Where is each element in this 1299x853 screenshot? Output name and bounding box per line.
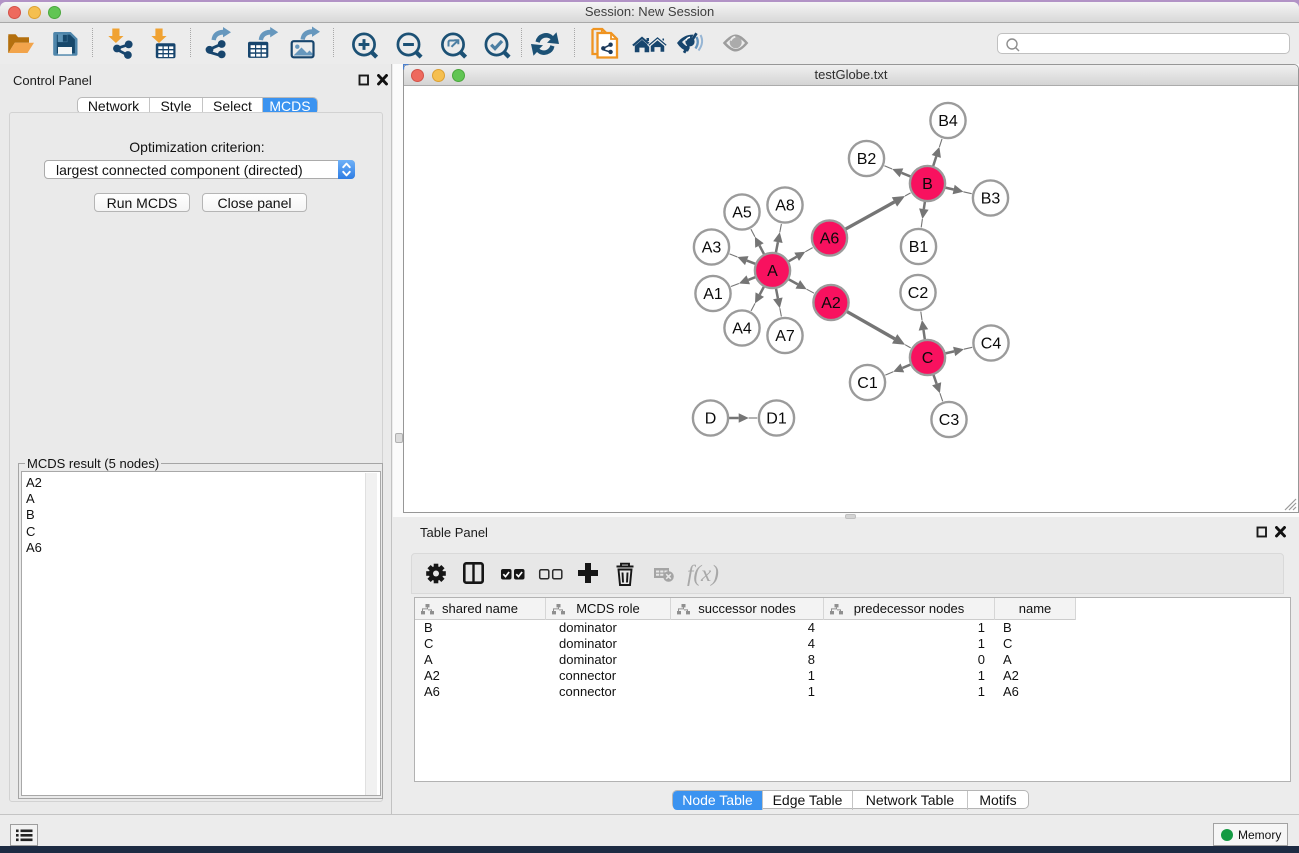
svg-text:B: B [922,176,933,193]
svg-text:C1: C1 [857,375,878,392]
svg-text:D: D [705,411,717,428]
svg-text:A2: A2 [821,295,841,312]
svg-text:A4: A4 [732,321,752,338]
svg-text:A8: A8 [775,198,795,215]
svg-text:D1: D1 [766,411,787,428]
svg-text:B2: B2 [857,151,877,168]
svg-text:C2: C2 [908,285,929,302]
svg-text:B1: B1 [909,239,929,256]
svg-text:A: A [767,263,778,280]
svg-text:B3: B3 [981,191,1001,208]
svg-text:A7: A7 [775,328,795,345]
svg-text:A1: A1 [703,286,723,303]
svg-text:A3: A3 [702,240,722,257]
svg-text:A5: A5 [732,205,752,222]
svg-text:A6: A6 [820,231,840,248]
svg-text:C3: C3 [939,412,960,429]
svg-text:C: C [922,350,934,367]
svg-text:f(x): f(x) [687,561,719,586]
svg-text:B4: B4 [938,113,958,130]
svg-text:C4: C4 [981,336,1002,353]
